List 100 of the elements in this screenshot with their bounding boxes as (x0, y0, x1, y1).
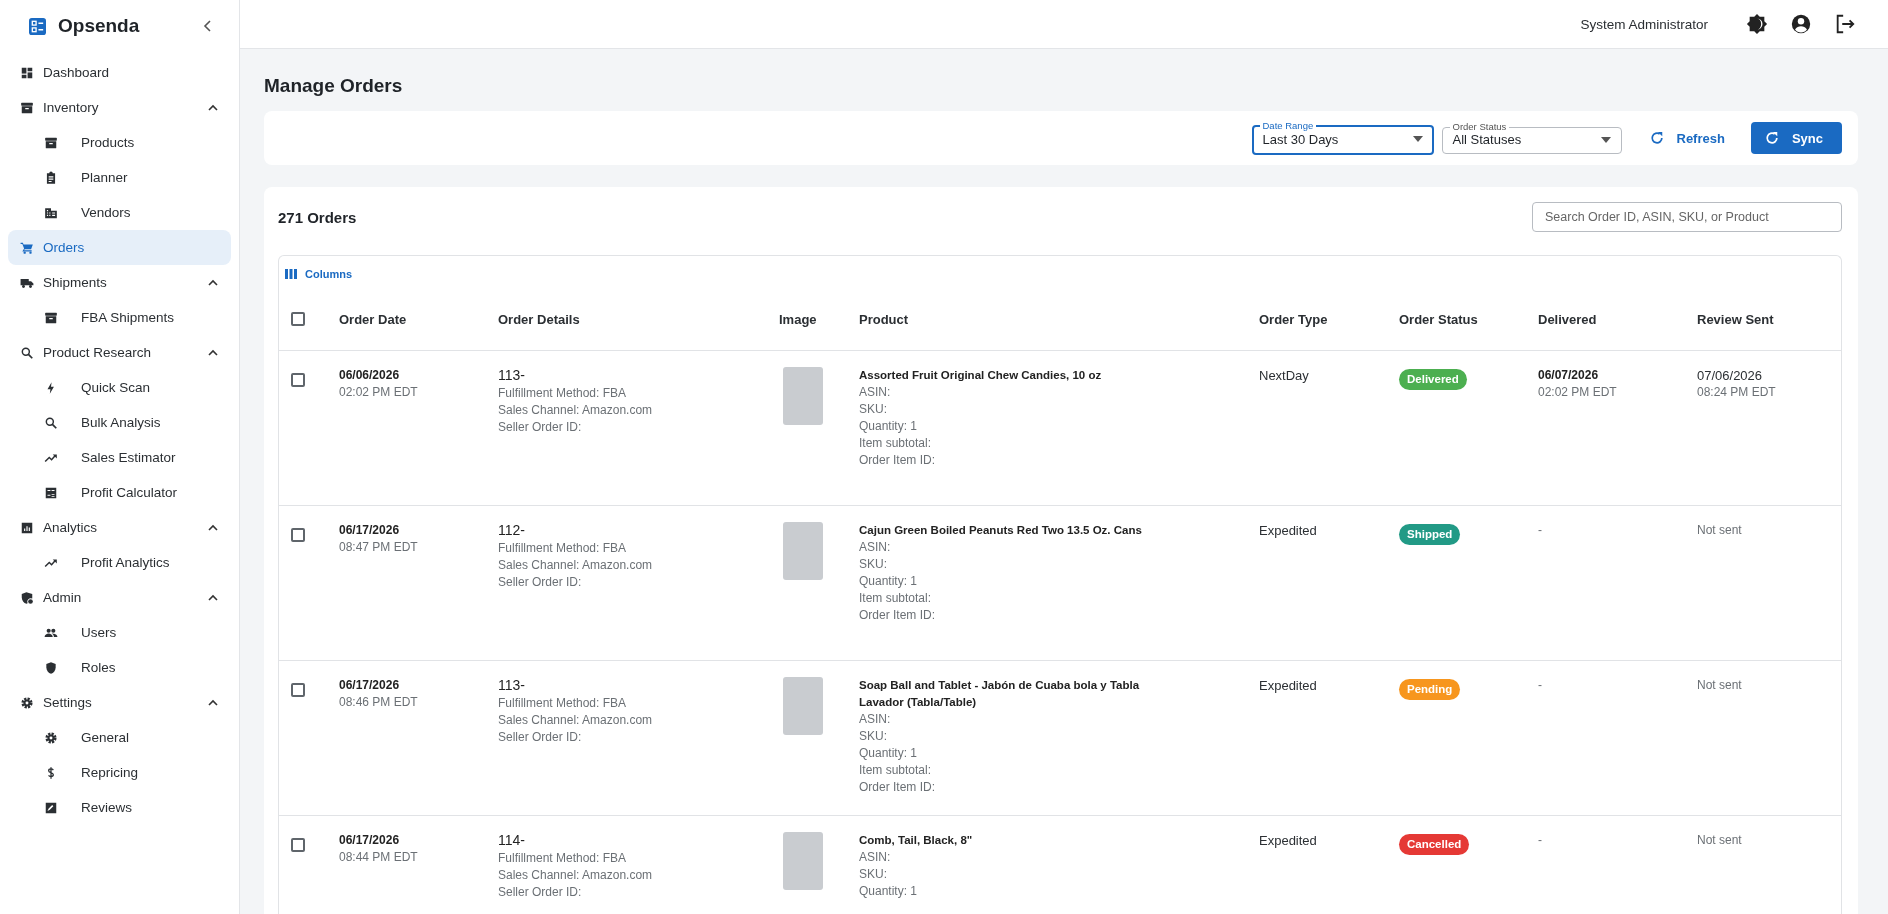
time-text: 08:47 PM EDT (339, 539, 418, 556)
archive-box-icon (20, 100, 34, 115)
photo-placeholder (783, 367, 823, 425)
order-detail: Seller Order ID: (498, 884, 582, 901)
time-text: 08:46 PM EDT (339, 694, 418, 711)
sidebar-item[interactable]: Roles (8, 650, 231, 685)
column-header[interactable]: Order Details (498, 311, 580, 327)
calculator-icon (44, 485, 58, 500)
photo-placeholder (783, 522, 823, 580)
logout-icon[interactable] (1834, 13, 1856, 35)
shield-icon (20, 590, 34, 605)
column-header[interactable]: Review Sent (1697, 311, 1774, 327)
photo-placeholder (783, 832, 823, 890)
order-id: 114- (498, 832, 525, 849)
refresh-icon (1764, 131, 1779, 145)
product-detail: SKU: (859, 866, 887, 883)
status-badge: Pending (1399, 679, 1461, 700)
status-badge: Shipped (1399, 524, 1461, 545)
archive-box-icon (44, 310, 58, 325)
sidebar-item[interactable]: Profit Analytics (8, 545, 231, 580)
sidebar-item[interactable]: Settings (8, 685, 231, 720)
app-name: Opsenda (58, 15, 141, 37)
filter-select[interactable]: Date Range Last 30 Days (1251, 121, 1434, 155)
date-text: 06/17/2026 (339, 832, 400, 849)
sidebar-item[interactable]: Reviews (8, 790, 231, 825)
order-id: 113- (498, 677, 525, 694)
logo-icon (29, 17, 46, 35)
column-header[interactable]: Delivered (1538, 311, 1597, 327)
sync-button[interactable]: Sync (1750, 122, 1842, 154)
sidebar-item[interactable]: Products (8, 125, 231, 160)
order-detail: Sales Channel: Amazon.com (498, 402, 653, 419)
empty-value: - (1538, 523, 1542, 537)
product-detail: ASIN: (859, 849, 891, 866)
sidebar-item[interactable]: FBA Shipments (8, 300, 231, 335)
date-text: 07/06/2026 (1697, 367, 1763, 384)
product-detail: Quantity: 1 (859, 573, 918, 590)
sidebar-item[interactable]: Planner (8, 160, 231, 195)
search-field[interactable]: Search Order ID, ASIN, SKU, or Product (1532, 202, 1842, 232)
product-detail: Item subtotal: (859, 590, 932, 607)
sidebar-item[interactable]: Bulk Analysis (8, 405, 231, 440)
user-name: System Administrator (1580, 16, 1708, 32)
order-detail: Sales Channel: Amazon.com (498, 867, 653, 884)
sidebar-item[interactable]: Dashboard (8, 55, 231, 90)
order-detail: Sales Channel: Amazon.com (498, 712, 653, 729)
dashboard-icon (20, 65, 34, 80)
dropdown-caret-icon (1600, 136, 1611, 143)
checkbox[interactable] (291, 312, 305, 326)
sidebar-item[interactable]: Analytics (8, 510, 231, 545)
review-icon (44, 800, 58, 815)
building-icon (44, 205, 58, 220)
sidebar-item[interactable]: Shipments (8, 265, 231, 300)
columns-button[interactable]: Columns (279, 260, 359, 288)
sidebar-item[interactable]: Quick Scan (8, 370, 231, 405)
product-detail: SKU: (859, 401, 887, 418)
refresh-button[interactable]: Refresh (1635, 122, 1739, 154)
filter-select[interactable]: Order Status All Statuses (1441, 122, 1622, 154)
column-header[interactable]: Product (859, 311, 909, 327)
order-id: 113- (498, 367, 525, 384)
checkbox[interactable] (291, 683, 305, 697)
order-type: Expedited (1259, 833, 1317, 848)
sidebar-item[interactable]: General (8, 720, 231, 755)
column-header[interactable]: Order Date (339, 311, 407, 327)
sidebar-item[interactable]: Users (8, 615, 231, 650)
product-detail: Item subtotal: (859, 762, 932, 779)
sidebar-item[interactable]: Sales Estimator (8, 440, 231, 475)
order-detail: Fulfillment Method: FBA (498, 540, 627, 557)
sidebar-item[interactable]: Profit Calculator (8, 475, 231, 510)
time-text: 08:24 PM EDT (1697, 384, 1776, 401)
product-detail: Item subtotal: (859, 435, 932, 452)
gear-icon (20, 695, 34, 710)
column-header[interactable]: Order Status (1399, 311, 1478, 327)
checkbox[interactable] (291, 373, 305, 387)
sidebar-item[interactable]: Product Research (8, 335, 231, 370)
account-icon[interactable] (1790, 13, 1812, 35)
refresh-icon (1649, 131, 1664, 145)
checkbox[interactable] (291, 838, 305, 852)
time-text: 02:02 PM EDT (339, 384, 418, 401)
page-title: Manage Orders (264, 75, 404, 97)
column-header[interactable]: Order Type (1259, 311, 1328, 327)
theme-toggle-icon[interactable] (1746, 13, 1768, 35)
product-detail: Quantity: 1 (859, 418, 918, 435)
sidebar-item[interactable]: Inventory (8, 90, 231, 125)
sidebar-item[interactable]: Vendors (8, 195, 231, 230)
sidebar-item[interactable]: Orders (8, 230, 231, 265)
sidebar-item[interactable]: Admin (8, 580, 231, 615)
column-header[interactable]: Image (779, 311, 817, 327)
product-name: Assorted Fruit Original Chew Candies, 10 oz (859, 368, 1102, 383)
empty-value: - (1538, 678, 1542, 692)
order-detail: Seller Order ID: (498, 729, 582, 746)
order-detail: Sales Channel: Amazon.com (498, 557, 653, 574)
time-text: 08:44 PM EDT (339, 849, 418, 866)
order-count: 271 Orders (278, 208, 357, 226)
time-text: 02:02 PM EDT (1538, 384, 1617, 401)
checkbox[interactable] (291, 528, 305, 542)
date-text: 06/07/2026 (1538, 367, 1599, 384)
sidebar-item[interactable]: Repricing (8, 755, 231, 790)
product-detail: Quantity: 1 (859, 745, 918, 762)
empty-value: Not sent (1697, 833, 1742, 847)
product-detail: Quantity: 1 (859, 883, 918, 900)
shield-icon (44, 660, 58, 675)
